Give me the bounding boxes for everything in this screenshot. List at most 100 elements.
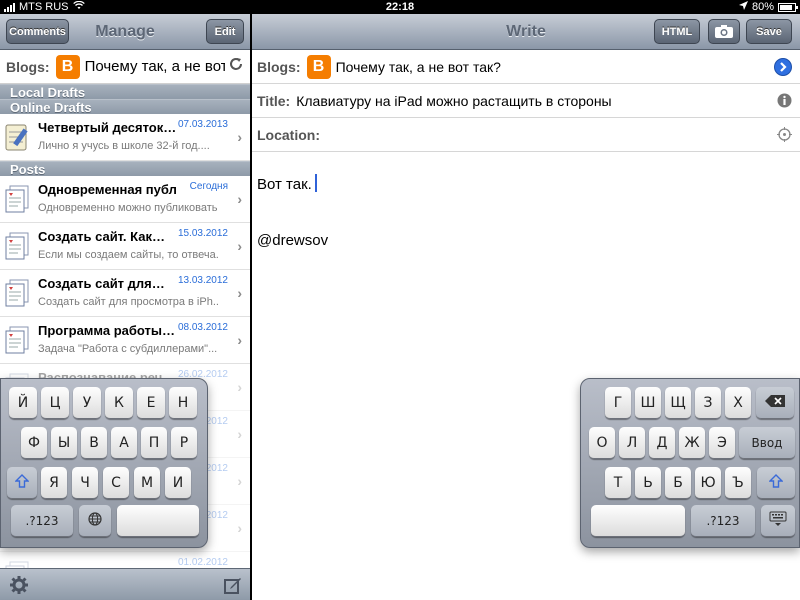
- post-date: 15.03.2012: [177, 228, 228, 239]
- space-key-right[interactable]: [591, 505, 685, 537]
- key[interactable]: А: [111, 427, 137, 459]
- blogger-icon: B: [306, 54, 331, 79]
- key[interactable]: З: [695, 387, 721, 419]
- return-key[interactable]: Ввод: [739, 427, 795, 459]
- camera-button[interactable]: [708, 19, 740, 44]
- key[interactable]: Д: [649, 427, 675, 459]
- key[interactable]: П: [141, 427, 167, 459]
- manage-nav-bar: Comments Manage Edit: [0, 14, 250, 50]
- blog-name: Почему так, а не вот так?: [335, 58, 501, 75]
- title-field[interactable]: Title: Клавиатуру на iPad можно растащит…: [252, 84, 800, 118]
- key[interactable]: С: [103, 467, 129, 499]
- list-item[interactable]: Одновременная публ… Сегодня Одновременно м…: [0, 176, 250, 223]
- shift-key-right[interactable]: [757, 467, 795, 499]
- key[interactable]: Т: [605, 467, 631, 499]
- key[interactable]: Ц: [41, 387, 69, 419]
- list-item[interactable]: Четвертый десяток… 07.03.2013 Лично я уч…: [0, 114, 250, 161]
- draft-date: 07.03.2013: [177, 119, 228, 130]
- key[interactable]: Е: [137, 387, 165, 419]
- section-online-drafts: Online Drafts: [0, 99, 250, 115]
- post-title: Создать сайт для…: [38, 276, 165, 291]
- key[interactable]: К: [105, 387, 133, 419]
- post-title: Создать сайт. Как…: [38, 229, 165, 244]
- disclosure-arrow-icon[interactable]: [774, 58, 792, 81]
- status-bar: MTS RUS 22:18 80%: [0, 0, 800, 14]
- post-excerpt: Задача "Работа с субдиллерами"...: [38, 343, 218, 355]
- key[interactable]: И: [165, 467, 191, 499]
- key[interactable]: В: [81, 427, 107, 459]
- post-title: Программа работы…: [38, 323, 176, 338]
- chevron-right-icon: ›: [237, 191, 242, 207]
- key[interactable]: Ч: [72, 467, 98, 499]
- edit-button[interactable]: Edit: [206, 19, 244, 44]
- key[interactable]: О: [589, 427, 615, 459]
- post-document-icon: [4, 231, 32, 261]
- list-item[interactable]: Создать сайт. Как… 15.03.2012 Если мы созд…: [0, 223, 250, 270]
- save-button[interactable]: Save: [746, 19, 792, 44]
- location-field[interactable]: Location:: [252, 118, 800, 152]
- hide-keyboard-key[interactable]: [761, 505, 795, 537]
- key[interactable]: М: [134, 467, 160, 499]
- camera-icon: [715, 25, 733, 38]
- post-document-icon: [4, 278, 32, 308]
- crosshair-icon[interactable]: [777, 127, 792, 147]
- key[interactable]: Ъ: [725, 467, 751, 499]
- list-item[interactable]: Создать сайт для… 13.03.2012 Создать сайт …: [0, 270, 250, 317]
- key[interactable]: Ы: [51, 427, 77, 459]
- key[interactable]: Э: [709, 427, 735, 459]
- chevron-right-icon: ›: [237, 426, 242, 442]
- post-document-icon: [4, 184, 32, 214]
- key[interactable]: Р: [171, 427, 197, 459]
- space-key-left[interactable]: [117, 505, 199, 537]
- key[interactable]: Щ: [665, 387, 691, 419]
- key[interactable]: Х: [725, 387, 751, 419]
- key[interactable]: Ш: [635, 387, 661, 419]
- write-nav-bar: Write HTML Save: [252, 14, 800, 50]
- draft-title: Четвертый десяток…: [38, 120, 177, 135]
- list-item[interactable]: Программа работы… 08.03.2012 Задача "Работ…: [0, 317, 250, 364]
- numbers-key[interactable]: .?123: [11, 505, 73, 537]
- location-arrow-icon: [738, 1, 748, 13]
- manage-bottom-toolbar: [0, 568, 250, 600]
- post-excerpt: Создать сайт для просмотра в iPh...: [38, 296, 218, 308]
- blog-selector[interactable]: Blogs: B Почему так, а не вот так?: [0, 50, 250, 84]
- battery-percent: 80%: [751, 1, 774, 13]
- key[interactable]: Б: [665, 467, 691, 499]
- key[interactable]: Н: [169, 387, 197, 419]
- blogs-label: Blogs:: [257, 58, 301, 75]
- shift-key[interactable]: [7, 467, 37, 499]
- key[interactable]: Ж: [679, 427, 705, 459]
- numbers-key-right[interactable]: .?123: [691, 505, 755, 537]
- globe-key[interactable]: [79, 505, 111, 537]
- title-input[interactable]: Клавиатуру на iPad можно растащить в сто…: [296, 93, 611, 109]
- key[interactable]: Я: [41, 467, 67, 499]
- location-label: Location:: [257, 126, 320, 143]
- shift-arrow-icon: [14, 473, 30, 492]
- key[interactable]: Ф: [21, 427, 47, 459]
- post-document-icon: [4, 325, 32, 355]
- chevron-right-icon: ›: [237, 238, 242, 254]
- clock: 22:18: [385, 1, 415, 13]
- key[interactable]: Л: [619, 427, 645, 459]
- post-date: 08.03.2012: [177, 322, 228, 333]
- html-button[interactable]: HTML: [654, 19, 700, 44]
- post-body-editor[interactable]: Вот так.: [257, 174, 317, 193]
- post-date: 01.02.2012: [177, 557, 228, 568]
- chevron-right-icon: ›: [237, 473, 242, 489]
- gear-icon[interactable]: [10, 576, 28, 599]
- refresh-icon[interactable]: [228, 56, 244, 77]
- post-title: Одновременная публ…: [38, 182, 178, 197]
- section-posts: Posts: [0, 161, 250, 177]
- compose-icon[interactable]: [224, 576, 242, 599]
- key[interactable]: Й: [9, 387, 37, 419]
- key[interactable]: У: [73, 387, 101, 419]
- blog-selector-write[interactable]: Blogs: B Почему так, а не вот так?: [252, 50, 800, 84]
- info-icon[interactable]: [777, 93, 792, 113]
- shift-arrow-icon: [768, 473, 784, 492]
- key[interactable]: Г: [605, 387, 631, 419]
- key[interactable]: Ь: [635, 467, 661, 499]
- chevron-right-icon: ›: [237, 285, 242, 301]
- key[interactable]: Ю: [695, 467, 721, 499]
- backspace-key[interactable]: [756, 387, 794, 419]
- blog-name: Почему так, а не вот так?: [84, 58, 225, 75]
